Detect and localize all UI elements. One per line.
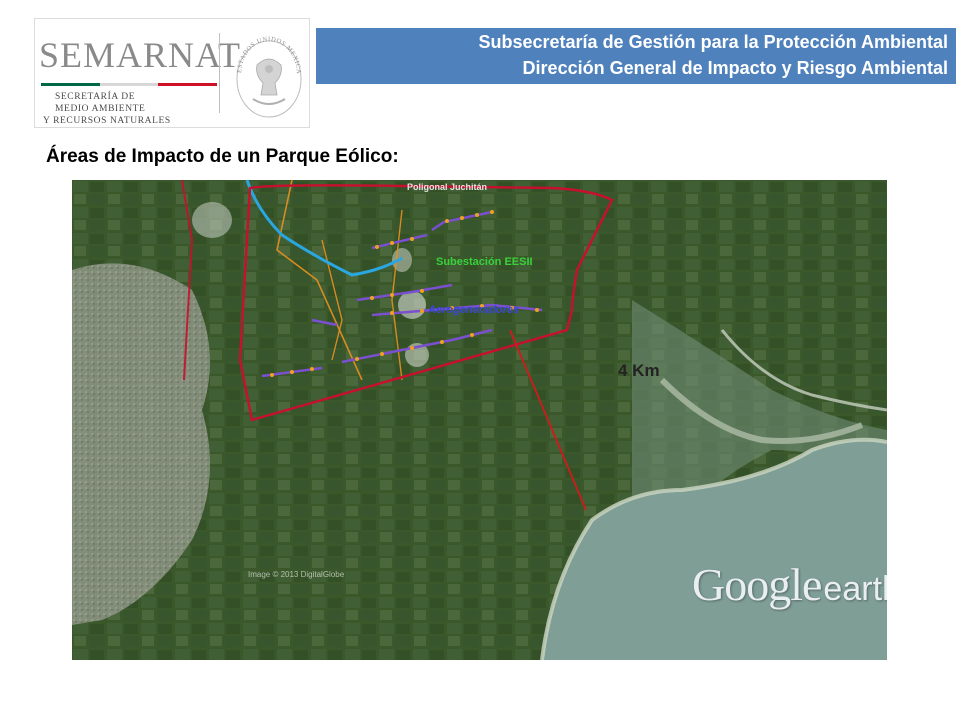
logo-name: SEMARNAT	[39, 35, 242, 75]
semarnat-logo: SEMARNAT SECRETARÍA DE MEDIO AMBIENTE Y …	[34, 18, 310, 128]
national-seal-icon: ESTADOS UNIDOS MEXICANOS	[231, 25, 302, 118]
image-credit: Image © 2013 DigitalGlobe	[248, 570, 345, 579]
logo-subtitle-line-1: SECRETARÍA DE	[55, 92, 136, 102]
polygon-label: Poligonal Juchitán	[407, 182, 487, 192]
watermark-earth: earth	[823, 570, 887, 608]
banner-line-2: Dirección General de Impacto y Riesgo Am…	[522, 58, 948, 78]
header-banner: Subsecretaría de Gestión para la Protecc…	[316, 28, 956, 84]
logo-subtitle-line-2: MEDIO AMBIENTE	[55, 104, 146, 114]
substation-label: Subestación EESII	[436, 256, 533, 268]
slide-title: Áreas de Impacto de un Parque Eólico:	[46, 146, 399, 167]
logo-subtitle-line-3: Y RECURSOS NATURALES	[43, 116, 171, 126]
banner-line-1: Subsecretaría de Gestión para la Protecc…	[478, 32, 949, 52]
logo-divider	[219, 33, 220, 113]
watermark-google: Google	[692, 559, 822, 610]
logo-color-rule	[41, 83, 217, 86]
satellite-map: Poligonal Juchitán Subestación EESII Aer…	[72, 180, 887, 660]
turbines-label: Aerogeneradores	[428, 304, 520, 316]
distance-label: 4 Km	[618, 361, 660, 380]
google-earth-watermark: Googleearth	[692, 558, 887, 611]
